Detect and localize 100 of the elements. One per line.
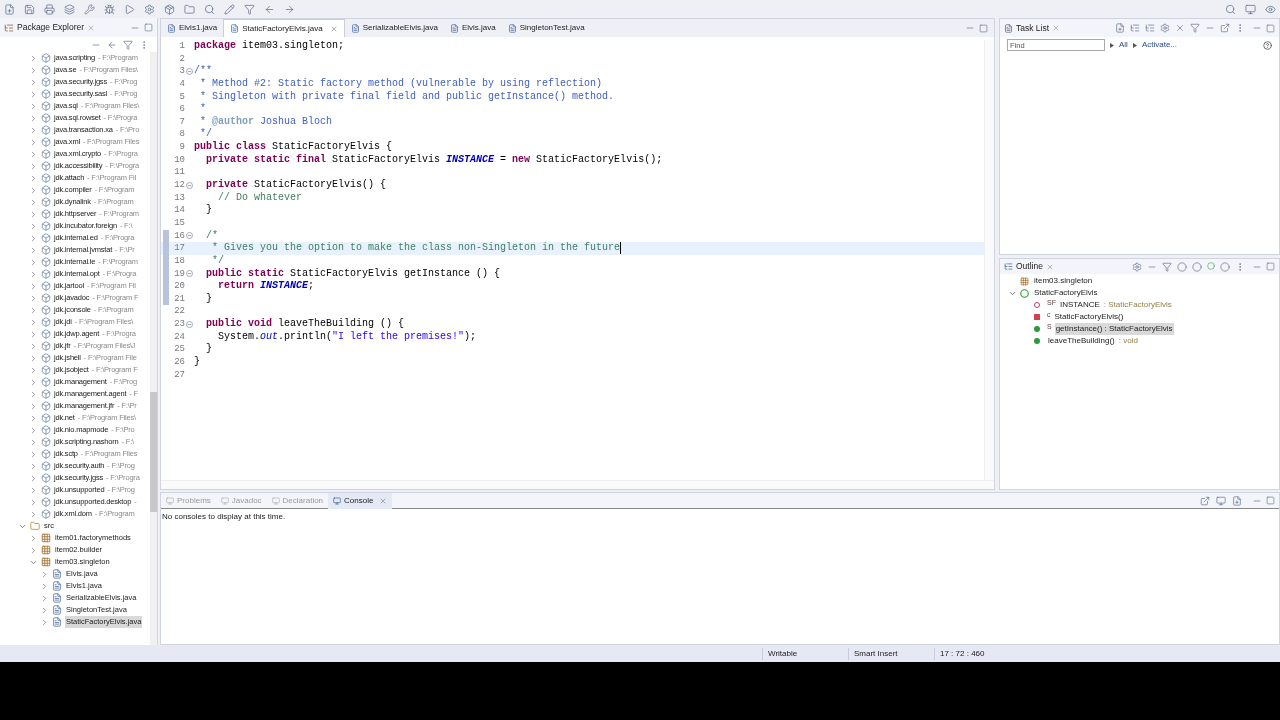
triangle-icon <box>1110 42 1114 48</box>
line-number: 6 <box>178 103 185 116</box>
fold-icon[interactable] <box>186 68 193 76</box>
type-label: : void <box>1118 335 1138 347</box>
maximize-icon[interactable] <box>1266 262 1275 271</box>
close-icon[interactable] <box>87 23 96 32</box>
gear-icon[interactable] <box>1160 23 1170 33</box>
close-icon[interactable] <box>329 24 338 33</box>
constructor-icon <box>1034 314 1040 320</box>
gear-icon[interactable] <box>144 3 155 15</box>
outline-item[interactable]: StaticFactoryElvis <box>1033 287 1099 299</box>
task-list-icon <box>1004 23 1013 33</box>
editor-tab[interactable]: SerializableElvis.java <box>344 19 444 37</box>
package-explorer-icon <box>4 22 14 33</box>
view-tab[interactable]: Console <box>328 492 393 509</box>
close-icon[interactable] <box>1052 24 1061 32</box>
search-icon[interactable] <box>1225 3 1236 15</box>
outline-item[interactable]: INSTANCE <box>1058 299 1101 311</box>
package-icon <box>41 533 51 543</box>
outline-item[interactable]: StaticFactoryElvis() <box>1053 311 1125 323</box>
outline-item[interactable]: getInstance() : StaticFactoryElvis <box>1054 323 1174 335</box>
line-number: 4 <box>178 77 185 91</box>
package-icon <box>1020 276 1029 286</box>
search-icon[interactable] <box>204 3 215 15</box>
editor-tab[interactable]: Elvis1.java <box>161 19 224 37</box>
filter-icon[interactable] <box>123 39 133 50</box>
maximize-icon[interactable] <box>1266 23 1275 33</box>
status-field: Writable <box>762 647 848 660</box>
panel-title[interactable]: Task List <box>1016 21 1050 35</box>
line-number: 12 <box>173 179 185 192</box>
module-icon <box>41 509 51 519</box>
print-icon[interactable] <box>44 3 55 15</box>
module-icon <box>41 425 51 435</box>
fold-icon[interactable] <box>186 181 193 189</box>
open-icon[interactable] <box>1220 23 1230 33</box>
code-line: private StaticFactoryElvis() { <box>205 179 387 192</box>
maximize-icon[interactable] <box>979 23 988 33</box>
perspective-icon[interactable] <box>1265 3 1276 15</box>
file-icon <box>167 23 176 33</box>
editor-tab[interactable]: SingletonTest.java <box>501 19 591 37</box>
line-number: 14 <box>173 204 185 217</box>
maximize-icon[interactable] <box>144 23 153 32</box>
close-icon[interactable] <box>379 496 388 505</box>
fold-icon[interactable] <box>186 232 193 240</box>
close-icon[interactable] <box>1045 262 1054 271</box>
module-icon <box>41 461 51 471</box>
tree-icon[interactable] <box>1130 23 1140 33</box>
link[interactable]: Activate... <box>1141 39 1177 51</box>
file-icon <box>52 569 62 579</box>
new-task-icon[interactable] <box>1115 23 1125 33</box>
code-line: * Method #2: Static factory method (vulnerable by using reflection) <box>199 77 603 91</box>
filter-icon[interactable] <box>1190 23 1200 33</box>
view-icon <box>271 496 280 505</box>
code-line: public class StaticFactoryElvis { <box>194 141 393 154</box>
text-caret <box>620 242 622 255</box>
folder-icon[interactable] <box>184 3 195 15</box>
module-icon <box>41 497 51 507</box>
module-icon <box>41 113 51 123</box>
module-icon <box>41 173 51 183</box>
fold-icon[interactable] <box>186 270 193 278</box>
outline-item[interactable]: leaveTheBuilding() <box>1047 335 1116 347</box>
editor-tab[interactable]: StaticFactoryElvis.java <box>223 19 345 37</box>
code-line: public void leaveTheBuilding () { <box>205 318 405 331</box>
pencil-icon[interactable] <box>224 3 235 15</box>
link[interactable]: All <box>1119 39 1128 51</box>
gear-icon[interactable] <box>1132 261 1142 272</box>
fold-icon[interactable] <box>186 320 193 328</box>
forward-icon[interactable] <box>284 3 295 15</box>
line-number: 15 <box>173 216 185 230</box>
code-line: /* <box>205 229 218 242</box>
line-number: 22 <box>173 305 185 319</box>
module-icon <box>41 449 51 459</box>
layers-icon[interactable] <box>64 3 75 15</box>
close-icon[interactable] <box>1175 23 1185 33</box>
run-icon[interactable] <box>124 3 135 15</box>
code-line: */ <box>199 128 212 141</box>
type-label: : StaticFactoryElvis <box>1103 299 1172 311</box>
module-icon <box>41 353 51 363</box>
code-line: public static StaticFactoryElvis getInstance () { <box>205 267 501 281</box>
package-icon[interactable] <box>164 3 175 15</box>
back-icon[interactable] <box>264 3 275 15</box>
display-console-icon[interactable] <box>1216 495 1226 506</box>
editor-tab[interactable]: Elvis.java <box>443 19 502 37</box>
line-number: 25 <box>173 343 185 356</box>
line-number: 5 <box>178 90 185 104</box>
save-icon[interactable] <box>24 3 35 15</box>
code-line: } <box>205 204 212 217</box>
maximize-icon[interactable] <box>1266 496 1275 505</box>
outline-item[interactable]: item03.singleton <box>1033 275 1094 287</box>
code-line: package item03.singleton; <box>194 40 345 53</box>
help-icon[interactable] <box>1263 40 1272 50</box>
panel-title[interactable]: Outline <box>1016 260 1043 273</box>
wrench-icon[interactable] <box>84 3 95 15</box>
debug-icon[interactable] <box>104 3 115 15</box>
module-icon <box>41 257 51 267</box>
tree-icon[interactable] <box>1145 23 1155 33</box>
perspective-icon[interactable] <box>1245 3 1256 15</box>
new-file-icon[interactable] <box>4 3 15 15</box>
filter-icon[interactable] <box>244 3 255 15</box>
new-console-icon[interactable] <box>1232 495 1242 506</box>
